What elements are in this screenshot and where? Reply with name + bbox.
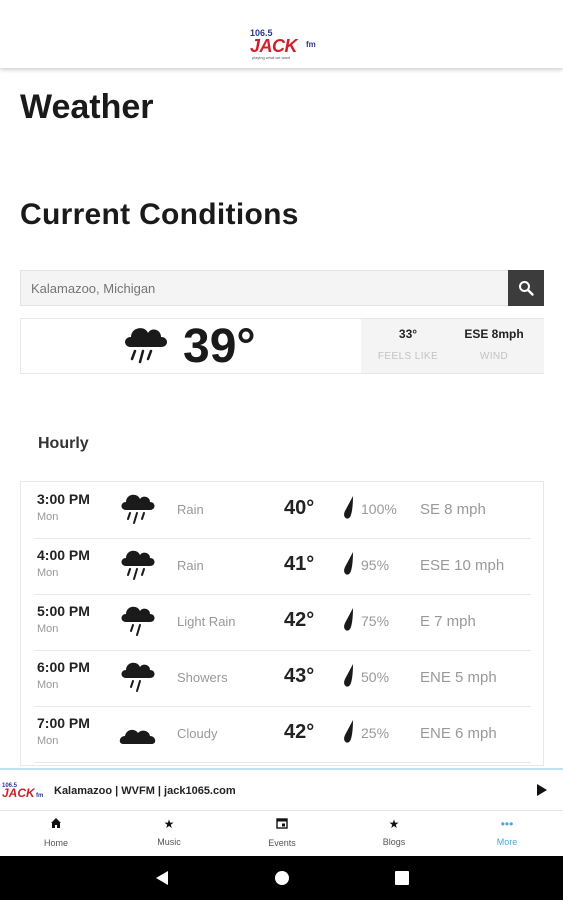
current-stats: 33° FEELS LIKE ESE 8mph WIND [361, 319, 544, 373]
nav-events[interactable]: Events [242, 817, 322, 848]
location-search [20, 270, 544, 306]
calendar-icon [242, 817, 322, 832]
hourly-row[interactable]: 3:00 PM Mon Rain 40° 100% SE 8 mph [35, 482, 531, 539]
hour-condition: Rain [177, 502, 204, 517]
hour-temperature: 41° [284, 553, 315, 575]
hour-day: Mon [37, 735, 59, 747]
hourly-row[interactable]: 5:00 PM Mon Light Rain 42° 75% E 7 mph [35, 594, 531, 651]
hour-temperature: 40° [284, 497, 315, 519]
nav-music[interactable]: ★ Music [129, 817, 209, 847]
hour-time: 3:00 PM [37, 491, 90, 507]
hour-condition: Cloudy [177, 726, 218, 741]
page-title: Weather [20, 88, 154, 126]
system-navigation-bar [0, 856, 563, 900]
station-logo-icon: 106.5 JACK fm [2, 783, 43, 800]
nav-home-label: Home [43, 838, 68, 848]
cloudy-icon [119, 729, 156, 744]
hour-day: Mon [37, 679, 59, 691]
star-icon: ★ [388, 817, 400, 831]
more-dots-icon: ••• [500, 817, 514, 831]
nav-more-label: More [496, 837, 518, 847]
nav-music-label: Music [157, 837, 181, 847]
hour-precip: 25% [361, 725, 390, 741]
hour-condition: Rain [177, 558, 204, 573]
hour-day: Mon [37, 623, 59, 635]
raindrop-icon [344, 552, 353, 575]
hour-time: 7:00 PM [37, 715, 90, 731]
light-rain-icon [121, 606, 155, 636]
hour-temperature: 42° [284, 721, 315, 743]
recents-icon[interactable] [393, 869, 411, 887]
player-station-logo: 106.5 JACK fm [0, 780, 48, 802]
station-logo[interactable]: 106.5 JACK fm playing what we want [246, 28, 320, 62]
svg-text:fm: fm [36, 793, 43, 799]
raindrop-icon [344, 664, 353, 687]
hourly-row[interactable]: 6:00 PM Mon Showers 43° 50% ENE 5 mph [35, 650, 531, 707]
nav-home[interactable]: Home [16, 817, 96, 848]
feels-like-stat: 33° FEELS LIKE [363, 327, 453, 362]
nav-blogs[interactable]: ★ Blogs [354, 817, 434, 847]
hour-precip: 95% [361, 557, 390, 573]
heavy-rain-icon [121, 494, 155, 524]
hour-day: Mon [37, 511, 59, 523]
showers-icon [121, 662, 155, 692]
raindrop-icon [344, 496, 353, 519]
home-button-icon[interactable] [273, 869, 291, 887]
hour-condition: Showers [177, 670, 228, 685]
now-playing-bar[interactable]: 106.5 JACK fm Kalamazoo | WVFM | jack106… [0, 768, 563, 810]
current-conditions-card: 39° 33° FEELS LIKE ESE 8mph WIND [20, 318, 544, 374]
hour-wind: SE 8 mph [420, 501, 486, 518]
hour-condition: Light Rain [177, 614, 236, 629]
home-icon [16, 817, 96, 832]
nav-more[interactable]: ••• More [467, 817, 547, 847]
heavy-rain-icon [121, 550, 155, 580]
hour-precip: 100% [361, 501, 397, 517]
bottom-navigation: Home ★ Music Events ★ Blogs ••• More [0, 810, 563, 857]
feels-like-label: FEELS LIKE [377, 351, 439, 362]
wind-label: WIND [479, 351, 509, 362]
rain-cloud-icon [125, 328, 167, 364]
hourly-row[interactable]: 7:00 PM Mon Cloudy 42° 25% ENE 6 mph [35, 706, 531, 763]
location-search-input[interactable] [21, 271, 529, 305]
wind-stat: ESE 8mph WIND [449, 327, 539, 362]
search-button[interactable] [508, 270, 544, 306]
hour-time: 5:00 PM [37, 603, 90, 619]
hour-wind: ENE 6 mph [420, 725, 497, 742]
hour-wind: ESE 10 mph [420, 557, 505, 574]
hour-day: Mon [37, 567, 59, 579]
nav-blogs-label: Blogs [382, 837, 406, 847]
search-icon [519, 281, 534, 296]
play-icon[interactable] [535, 783, 549, 797]
hour-precip: 50% [361, 669, 390, 685]
star-icon: ★ [163, 817, 175, 831]
hour-temperature: 43° [284, 665, 315, 687]
back-icon[interactable] [153, 869, 171, 887]
hour-temperature: 42° [284, 609, 315, 631]
wind-value: ESE 8mph [464, 327, 524, 341]
hour-time: 6:00 PM [37, 659, 90, 675]
raindrop-icon [344, 720, 353, 743]
hourly-forecast-list: 3:00 PM Mon Rain 40° 100% SE 8 mph 4:00 … [20, 481, 544, 766]
hourly-heading: Hourly [38, 435, 89, 452]
hour-precip: 75% [361, 613, 390, 629]
section-title: Current Conditions [20, 198, 299, 231]
app-header: 106.5 JACK fm playing what we want [0, 0, 563, 68]
hour-wind: E 7 mph [420, 613, 476, 630]
feels-like-value: 33° [398, 327, 418, 341]
logo-tagline: playing what we want [252, 55, 291, 60]
nav-events-label: Events [268, 838, 296, 848]
current-temperature: 39° [183, 320, 256, 373]
logo-suffix: fm [306, 40, 316, 49]
raindrop-icon [344, 608, 353, 631]
svg-text:JACK: JACK [2, 786, 36, 800]
logo-name: JACK [250, 36, 298, 56]
player-info: Kalamazoo | WVFM | jack1065.com [54, 785, 236, 797]
hourly-row[interactable]: 4:00 PM Mon Rain 41° 95% ESE 10 mph [35, 538, 531, 595]
hour-time: 4:00 PM [37, 547, 90, 563]
hour-wind: ENE 5 mph [420, 669, 497, 686]
